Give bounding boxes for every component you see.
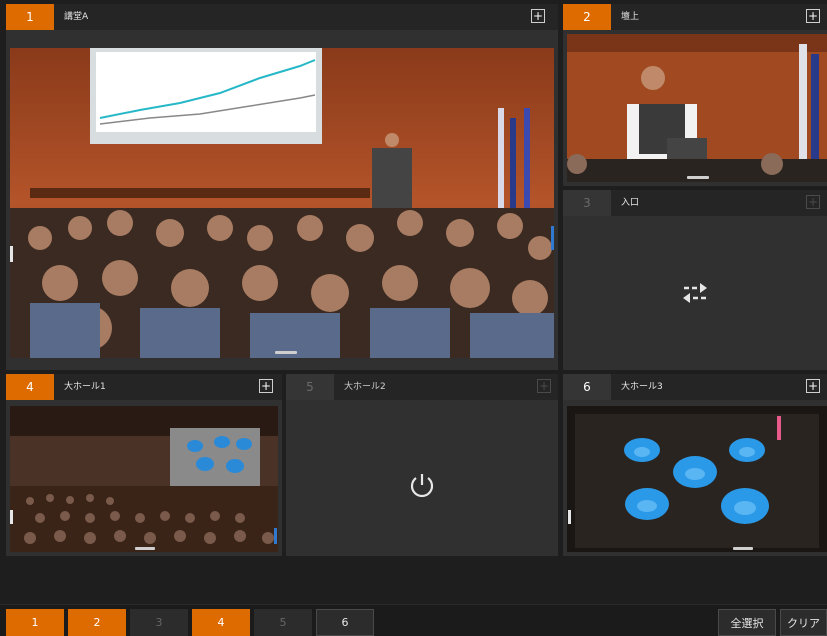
- add-icon[interactable]: +: [806, 9, 820, 23]
- left-handle[interactable]: [10, 246, 13, 262]
- left-handle[interactable]: [568, 510, 571, 524]
- camera-panel-1[interactable]: 1 講堂A +: [6, 4, 558, 370]
- video-feed[interactable]: [10, 48, 554, 358]
- panel-title: 大ホール2: [344, 382, 386, 392]
- panel-header: 5 大ホール2 +: [286, 374, 558, 400]
- camera-panel-4[interactable]: 4 大ホール1 +: [6, 374, 282, 556]
- panel-title: 入口: [621, 198, 640, 208]
- panel-number-badge[interactable]: 1: [6, 4, 54, 30]
- scroll-indicator: [687, 176, 709, 179]
- select-camera-5-button[interactable]: 5: [254, 609, 312, 636]
- panel-header: 1 講堂A +: [6, 4, 558, 30]
- add-icon[interactable]: +: [531, 9, 545, 23]
- panel-title: 大ホール1: [64, 382, 106, 392]
- scroll-indicator: [135, 547, 155, 550]
- select-camera-3-button[interactable]: 3: [130, 609, 188, 636]
- panel-number-badge[interactable]: 6: [563, 374, 611, 400]
- panel-header: 2 壇上 +: [563, 4, 827, 30]
- panel-number-badge[interactable]: 4: [6, 374, 54, 400]
- panel-number-badge[interactable]: 2: [563, 4, 611, 30]
- panel-number-badge[interactable]: 5: [286, 374, 334, 400]
- speaker-image: [567, 34, 827, 182]
- add-icon: +: [537, 379, 551, 393]
- camera-panel-6[interactable]: 6 大ホール3 +: [563, 374, 827, 556]
- left-handle[interactable]: [10, 510, 13, 524]
- panel-title: 講堂A: [64, 12, 89, 22]
- select-camera-1-button[interactable]: 1: [6, 609, 64, 636]
- camera-panel-3[interactable]: 3 入口 +: [563, 190, 827, 370]
- large-hall-image: [10, 406, 278, 552]
- video-feed[interactable]: [567, 406, 827, 552]
- select-camera-6-button[interactable]: 6: [316, 609, 374, 636]
- add-icon[interactable]: +: [259, 379, 273, 393]
- select-all-button[interactable]: 全選択: [718, 609, 776, 636]
- panel-header: 4 大ホール1 +: [6, 374, 282, 400]
- panel-header: 3 入口 +: [563, 190, 827, 216]
- scroll-indicator: [275, 351, 297, 354]
- camera-panel-2[interactable]: 2 壇上 +: [563, 4, 827, 186]
- lecture-hall-image: [10, 48, 554, 358]
- select-camera-2-button[interactable]: 2: [68, 609, 126, 636]
- scroll-indicator: [733, 547, 753, 550]
- swap-arrows-icon: [675, 278, 715, 308]
- add-icon: +: [806, 195, 820, 209]
- video-feed[interactable]: [10, 406, 278, 552]
- panel-title: 壇上: [621, 12, 640, 22]
- right-handle[interactable]: [274, 528, 277, 544]
- ultrasound-screen-image: [567, 406, 827, 552]
- clear-button[interactable]: クリア: [780, 609, 827, 636]
- add-icon[interactable]: +: [806, 379, 820, 393]
- video-feed[interactable]: [567, 34, 827, 182]
- right-handle[interactable]: [551, 226, 554, 250]
- panel-header: 6 大ホール3 +: [563, 374, 827, 400]
- select-camera-4-button[interactable]: 4: [192, 609, 250, 636]
- panel-title: 大ホール3: [621, 382, 663, 392]
- camera-panel-5[interactable]: 5 大ホール2 +: [286, 374, 558, 556]
- panel-number-badge[interactable]: 3: [563, 190, 611, 216]
- power-icon: [402, 468, 442, 502]
- bottom-toolbar: 1 2 3 4 5 6 全選択 クリア: [0, 604, 827, 636]
